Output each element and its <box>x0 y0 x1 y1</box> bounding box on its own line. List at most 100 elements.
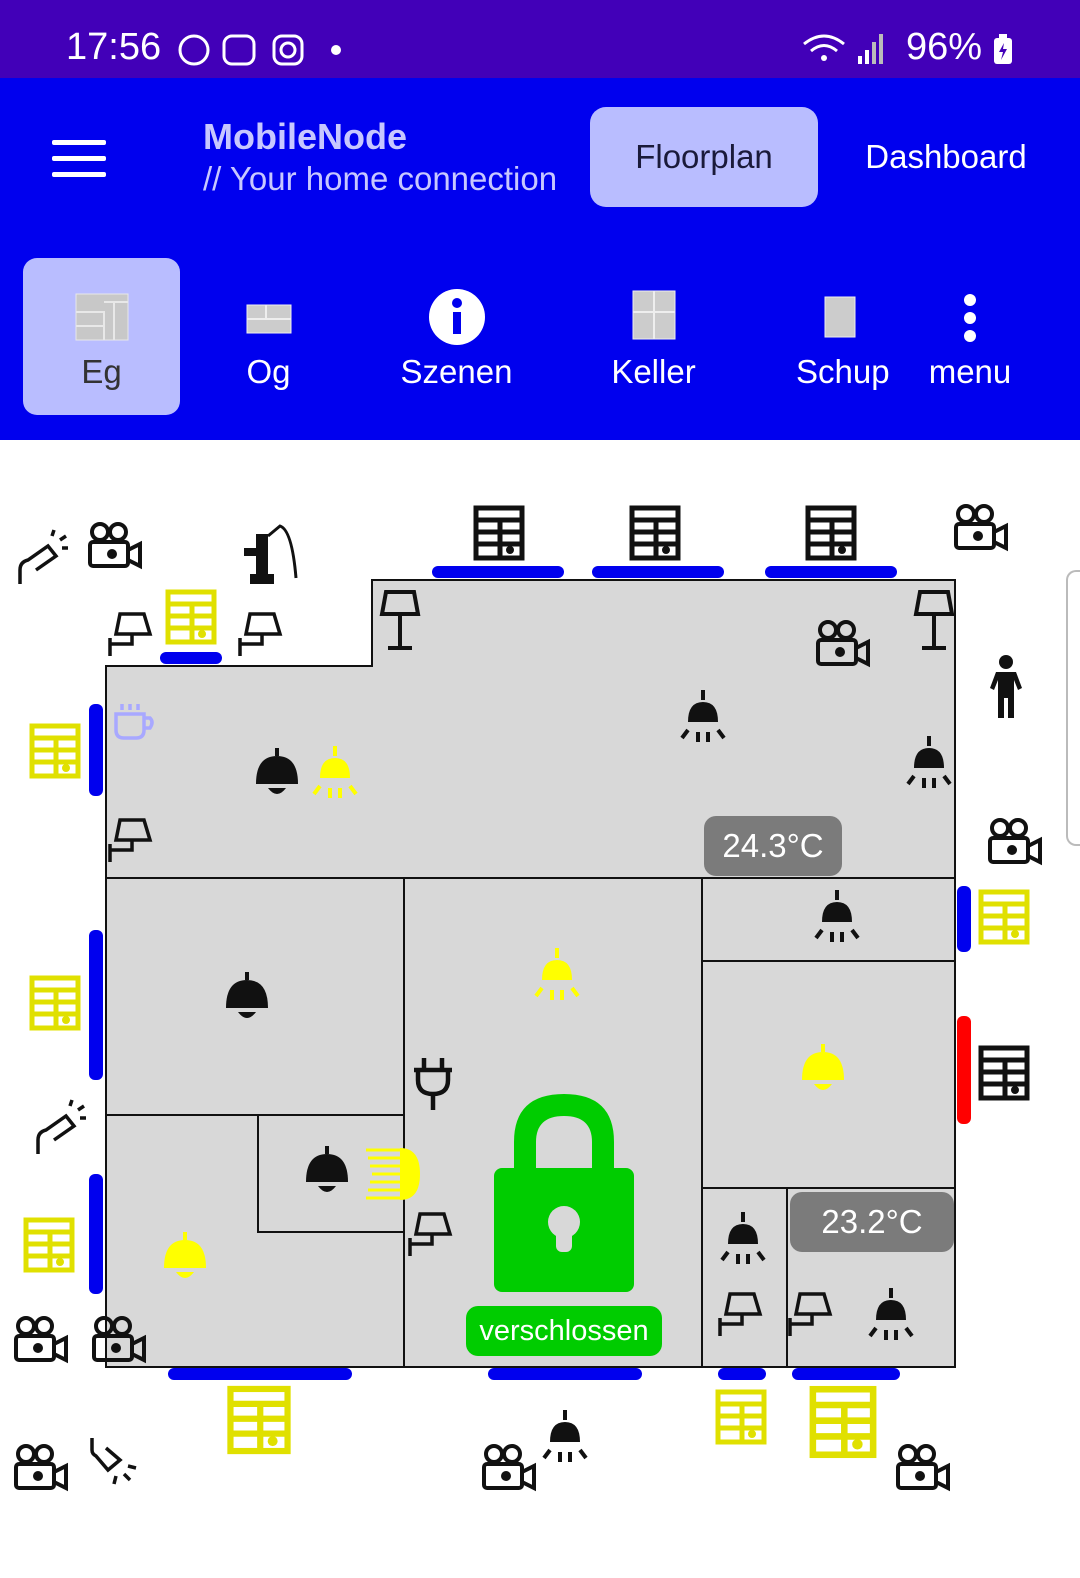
dashboard-button[interactable]: Dashboard <box>846 107 1046 207</box>
camera-icon[interactable] <box>814 618 872 670</box>
info-icon <box>428 289 485 345</box>
window-shutter-icon[interactable] <box>26 722 84 780</box>
ceiling-light-icon[interactable] <box>540 1410 590 1466</box>
tab-keller[interactable]: Keller <box>575 258 732 415</box>
alarm-window-bar[interactable] <box>957 1016 971 1124</box>
tab-label: Schup <box>796 353 890 390</box>
window-shutter-icon[interactable] <box>162 588 220 646</box>
tab-label: Og <box>246 353 291 390</box>
tab-szenen[interactable]: Szenen <box>378 258 535 415</box>
tab-label: menu <box>928 353 1012 390</box>
desk-lamp-icon[interactable] <box>406 1212 454 1258</box>
shutter-bar[interactable] <box>89 930 103 1080</box>
window-shutter-icon[interactable] <box>802 504 860 562</box>
floor-og-icon <box>246 304 291 334</box>
window-shutter-icon[interactable] <box>712 1388 770 1446</box>
desk-lamp-icon[interactable] <box>106 818 154 864</box>
person-presence-icon <box>990 655 1022 718</box>
tab-eg[interactable]: Eg <box>23 258 180 415</box>
ceiling-light-icon[interactable] <box>678 690 728 746</box>
status-app-icons <box>178 34 341 66</box>
shutter-bar[interactable] <box>89 704 103 796</box>
tab-og[interactable]: Og <box>190 258 347 415</box>
pendant-lamp-icon[interactable] <box>222 970 272 1024</box>
floor-schup-icon <box>824 296 856 338</box>
camera-icon[interactable] <box>12 1442 70 1494</box>
ceiling-light-icon[interactable] <box>904 736 954 792</box>
floodlight-icon[interactable] <box>12 526 70 588</box>
door-lock-icon[interactable] <box>492 1088 636 1298</box>
temperature-badge: 23.2°C <box>790 1192 954 1252</box>
desk-lamp-icon[interactable] <box>236 612 284 658</box>
pendant-lamp-icon[interactable] <box>798 1042 848 1096</box>
app-subtitle: // Your home connection <box>203 160 558 197</box>
tab-menu[interactable]: menu <box>900 258 1040 415</box>
pendant-lamp-icon[interactable] <box>160 1230 210 1284</box>
power-plug-icon[interactable] <box>410 1056 456 1112</box>
camera-icon[interactable] <box>86 520 144 572</box>
shutter-bar[interactable] <box>957 886 971 952</box>
app-bar: MobileNode // Your home connection Floor… <box>0 78 1080 236</box>
floorplan: verschlossen 24.3°C 23.2°C <box>0 440 1080 1578</box>
ceiling-light-icon[interactable] <box>812 890 862 946</box>
app-title: MobileNode <box>203 116 407 157</box>
status-bar: 17:56 96% <box>0 0 1080 78</box>
pendant-lamp-icon[interactable] <box>302 1144 352 1198</box>
camera-icon[interactable] <box>480 1442 538 1494</box>
ceiling-light-icon[interactable] <box>310 746 360 802</box>
desk-lamp-icon[interactable] <box>106 612 154 658</box>
camera-icon[interactable] <box>952 502 1010 554</box>
ceiling-light-icon[interactable] <box>866 1288 916 1344</box>
shutter-bar[interactable] <box>168 1368 352 1380</box>
floor-tab-bar: Eg Og Szenen Keller Schup menu <box>0 236 1080 440</box>
window-shutter-icon[interactable] <box>470 504 528 562</box>
lock-status-badge: verschlossen <box>466 1306 662 1356</box>
temperature-badge: 24.3°C <box>704 816 842 876</box>
window-shutter-icon[interactable] <box>26 974 84 1032</box>
tab-label: Szenen <box>400 353 513 390</box>
tab-label: Eg <box>81 353 122 390</box>
floor-eg-icon <box>75 293 128 341</box>
floor-lamp-icon[interactable] <box>378 590 422 652</box>
shutter-bar[interactable] <box>160 652 222 664</box>
heater-icon[interactable] <box>364 1144 422 1204</box>
shutter-bar[interactable] <box>432 566 564 578</box>
shutter-bar[interactable] <box>718 1368 766 1380</box>
camera-icon[interactable] <box>90 1314 148 1366</box>
wifi-signal-icon <box>803 34 883 64</box>
camera-icon[interactable] <box>12 1314 70 1366</box>
tab-schup[interactable]: Schup <box>770 258 898 415</box>
pendant-lamp-icon[interactable] <box>252 746 302 800</box>
shutter-bar[interactable] <box>592 566 724 578</box>
shutter-bar[interactable] <box>765 566 897 578</box>
camera-icon[interactable] <box>894 1442 952 1494</box>
desk-lamp-icon[interactable] <box>786 1292 834 1338</box>
window-shutter-icon[interactable] <box>20 1216 78 1274</box>
floodlight-icon[interactable] <box>86 1436 144 1498</box>
clock: 17:56 <box>66 26 162 68</box>
floodlight-icon[interactable] <box>30 1096 88 1158</box>
window-shutter-icon[interactable] <box>222 1384 296 1456</box>
hamburger-menu-icon[interactable] <box>52 140 106 178</box>
ceiling-light-icon[interactable] <box>532 948 582 1004</box>
window-shutter-icon[interactable] <box>804 1384 882 1460</box>
battery-level: 96% <box>905 26 982 68</box>
shutter-bar[interactable] <box>792 1368 900 1380</box>
floorplan-button[interactable]: Floorplan <box>590 107 818 207</box>
window-shutter-icon[interactable] <box>626 504 684 562</box>
coffee-icon[interactable] <box>110 700 158 742</box>
floor-keller-icon <box>632 290 675 340</box>
more-vert-icon <box>964 294 976 342</box>
camera-icon[interactable] <box>986 816 1044 868</box>
battery-icon <box>994 34 1012 64</box>
water-pump-icon[interactable] <box>240 522 302 588</box>
ceiling-light-icon[interactable] <box>718 1212 768 1268</box>
shutter-bar[interactable] <box>89 1174 103 1294</box>
window-shutter-icon[interactable] <box>975 1044 1033 1102</box>
desk-lamp-icon[interactable] <box>716 1292 764 1338</box>
shutter-bar[interactable] <box>488 1368 642 1380</box>
side-scroll-handle[interactable] <box>1066 570 1080 846</box>
tab-label: Keller <box>611 353 696 390</box>
window-shutter-icon[interactable] <box>975 888 1033 946</box>
floor-lamp-icon[interactable] <box>912 590 956 652</box>
